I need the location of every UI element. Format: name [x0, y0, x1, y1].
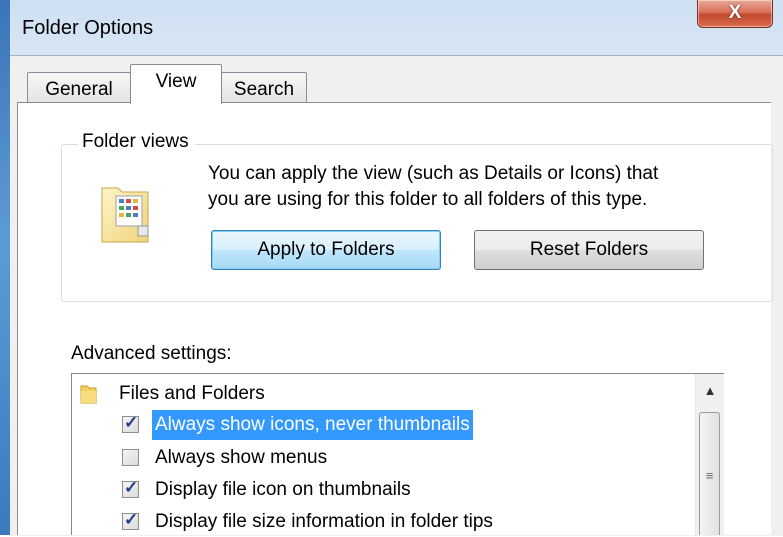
- advanced-settings-label: Advanced settings:: [71, 343, 232, 364]
- tab-general-label: General: [45, 79, 113, 100]
- scroll-thumb[interactable]: ≡: [699, 412, 720, 535]
- setting-display-file-size-label[interactable]: Display file size information in folder …: [152, 507, 496, 537]
- folder-views-legend: Folder views: [78, 131, 195, 153]
- folder-views-icon: [101, 187, 149, 243]
- folder-views-description: You can apply the view (such as Details …: [208, 163, 659, 210]
- setting-display-file-icon-label[interactable]: Display file icon on thumbnails: [152, 475, 414, 505]
- category-files-and-folders: Files and Folders: [119, 383, 265, 404]
- apply-to-folders-label: Apply to Folders: [257, 239, 395, 260]
- folder-icon: [80, 385, 97, 404]
- close-icon: X: [728, 2, 742, 23]
- setting-always-show-icons-label[interactable]: Always show icons, never thumbnails: [152, 410, 473, 440]
- tab-view[interactable]: View: [130, 64, 222, 104]
- tab-search[interactable]: Search: [221, 72, 307, 104]
- reset-folders-label: Reset Folders: [529, 239, 649, 260]
- apply-to-folders-button[interactable]: Apply to Folders: [211, 230, 441, 270]
- tab-search-label: Search: [233, 79, 295, 100]
- close-button[interactable]: X: [697, 0, 773, 28]
- vertical-scrollbar[interactable]: ▲ ≡: [695, 374, 724, 535]
- checkbox-always-show-menus[interactable]: [122, 449, 139, 466]
- tab-view-label: View: [155, 71, 197, 92]
- window-title: Folder Options: [22, 17, 154, 39]
- checkbox-always-show-icons[interactable]: [122, 413, 139, 433]
- tab-general[interactable]: General: [27, 72, 131, 104]
- checkbox-display-file-icon[interactable]: [122, 478, 139, 498]
- scroll-up-arrow-icon[interactable]: ▲: [696, 374, 724, 408]
- desktop-background: [0, 0, 10, 535]
- setting-always-show-menus-label[interactable]: Always show menus: [152, 443, 330, 473]
- reset-folders-button[interactable]: Reset Folders: [474, 230, 704, 270]
- scroll-grip-icon: ≡: [705, 468, 714, 483]
- checkbox-display-file-size[interactable]: [122, 510, 139, 530]
